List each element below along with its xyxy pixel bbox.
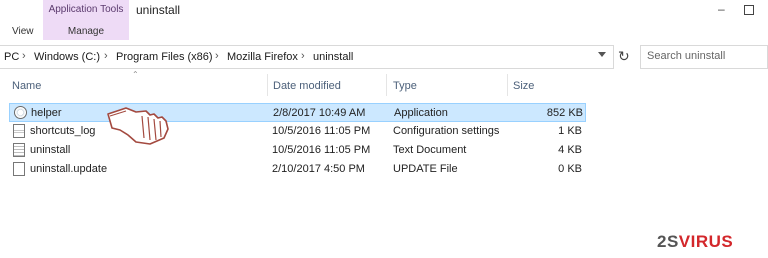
breadcrumb-uninstall[interactable]: uninstall [313,51,353,63]
context-group-label: Application Tools [48,4,124,15]
file-size: 0 KB [558,163,582,175]
column-header-size[interactable]: Size [513,80,534,92]
tab-view[interactable]: View [12,26,34,37]
file-type: Text Document [393,144,467,156]
file-type: Application [394,107,448,119]
address-bar[interactable]: PC › Windows (C:) › Program Files (x86) … [0,45,614,69]
column-header-type[interactable]: Type [393,80,417,92]
watermark-part-2: VIRUS [678,232,734,251]
search-box[interactable] [640,45,768,69]
breadcrumb-pc[interactable]: PC [4,51,19,63]
table-row[interactable]: helper 2/8/2017 10:49 AM Application 852… [9,103,586,122]
watermark-part-1: 2S [657,232,679,251]
column-divider[interactable] [507,74,508,96]
refresh-icon[interactable]: ↻ [618,48,630,65]
file-date: 2/10/2017 4:50 PM [272,163,365,175]
window-title: uninstall [136,3,181,17]
breadcrumb-windows-c[interactable]: Windows (C:) [34,51,100,63]
search-input[interactable] [647,50,763,62]
ribbon: Application Tools View Manage uninstall … [0,0,768,40]
address-row: PC › Windows (C:) › Program Files (x86) … [0,45,768,71]
blank-file-icon [13,162,25,176]
application-icon [14,106,27,119]
file-size: 4 KB [558,144,582,156]
tab-manage[interactable]: Manage [43,26,129,37]
table-row[interactable]: uninstall 10/5/2016 11:05 PM Text Docume… [9,141,586,160]
chevron-right-icon[interactable]: › [301,50,305,62]
table-row[interactable]: shortcuts_log 10/5/2016 11:05 PM Configu… [9,122,586,141]
column-header-name[interactable]: Name [12,80,41,92]
breadcrumb-mozilla-firefox[interactable]: Mozilla Firefox [227,51,298,63]
file-name: helper [31,107,62,119]
file-name: shortcuts_log [30,125,96,137]
breadcrumb-program-files[interactable]: Program Files (x86) [116,51,213,63]
file-date: 2/8/2017 10:49 AM [273,107,366,119]
watermark-logo: 2SVIRUS [657,232,733,252]
file-date: 10/5/2016 11:05 PM [272,125,371,137]
file-type: Configuration settings [393,125,500,137]
table-row[interactable]: uninstall.update 2/10/2017 4:50 PM UPDAT… [9,160,586,179]
chevron-right-icon[interactable]: › [22,50,26,62]
pointing-hand-icon [107,107,169,145]
maximize-button[interactable] [744,5,754,15]
file-size: 852 KB [546,107,583,119]
text-file-icon [13,143,25,157]
file-size: 1 KB [558,125,582,137]
file-name: uninstall.update [30,163,108,175]
chevron-right-icon[interactable]: › [104,50,108,62]
column-divider[interactable] [386,74,387,96]
config-file-icon [13,124,25,138]
file-date: 10/5/2016 11:05 PM [272,144,371,156]
chevron-right-icon[interactable]: › [215,50,219,62]
column-header-date-modified[interactable]: Date modified [273,80,341,92]
file-name: uninstall [30,144,71,156]
column-divider[interactable] [267,74,268,96]
sort-ascending-icon: ⌃ [132,70,139,79]
minimize-button[interactable]: – [718,2,725,16]
file-type: UPDATE File [393,163,458,175]
history-dropdown-icon[interactable] [598,52,606,57]
